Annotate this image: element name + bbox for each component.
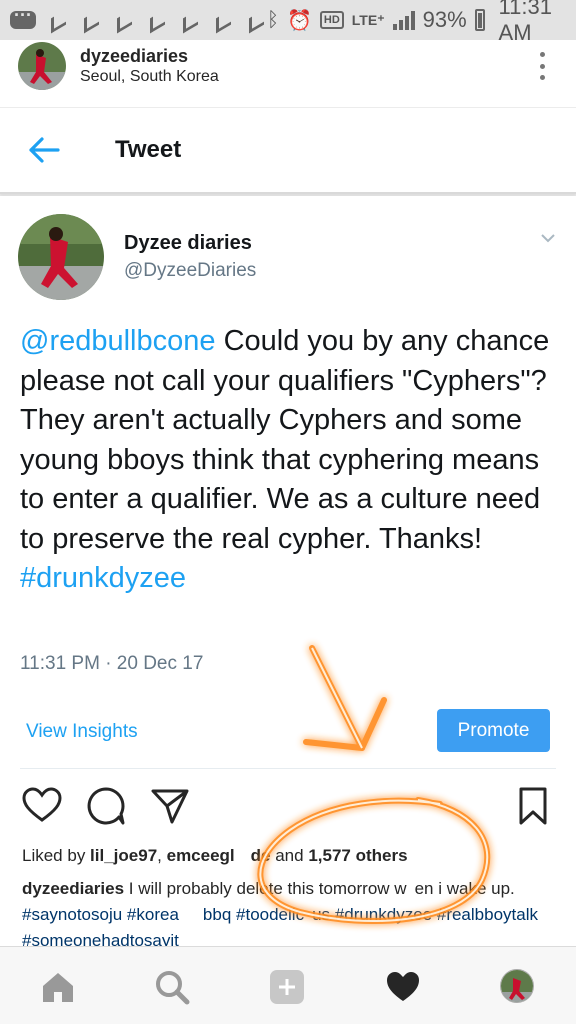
likes-separator: , xyxy=(157,846,167,865)
tweet-screen-title: Tweet xyxy=(115,136,182,163)
tweet-hashtag: #drunkdyzee xyxy=(20,562,187,594)
status-bar: ᛒ ⏰ HD LTE⁺ 93% 11:31 AM xyxy=(0,0,576,45)
bottom-nav xyxy=(0,946,576,1024)
battery-percent: 93% xyxy=(422,7,467,32)
tweet-text: @redbullbcone Could you by any chance pl… xyxy=(20,322,560,599)
tweet-screen-header: Tweet xyxy=(0,108,576,194)
notification-icon xyxy=(82,12,102,28)
notification-icon xyxy=(181,12,201,28)
caption-text: I will probably delete this tomorrow w xyxy=(124,879,407,898)
notification-icon xyxy=(214,12,234,28)
notification-icon xyxy=(115,12,135,28)
view-insights-link: View Insights xyxy=(26,721,138,742)
hashtag-link-end[interactable]: bbq xyxy=(203,905,231,924)
post-username[interactable]: dyzeediaries xyxy=(80,46,188,67)
signal-icon xyxy=(392,10,415,30)
hashtag-link[interactable]: #saynotosoju xyxy=(22,905,122,924)
caption-text: en i wake up. xyxy=(414,879,515,898)
home-icon[interactable] xyxy=(40,969,76,1005)
add-icon[interactable] xyxy=(269,969,305,1005)
hashtag-link[interactable]: #korea xyxy=(127,905,179,924)
liker-link[interactable]: lil_joe97 xyxy=(90,846,157,865)
notification-icon xyxy=(148,12,168,28)
liker-link-end[interactable]: de xyxy=(251,846,271,865)
comment-icon[interactable] xyxy=(86,786,126,826)
others-count[interactable]: 1,577 others xyxy=(308,846,407,865)
post-location[interactable]: Seoul, South Korea xyxy=(80,68,219,86)
hashtag-link[interactable]: #toodelic xyxy=(236,905,304,924)
search-icon[interactable] xyxy=(154,969,190,1005)
liker-link[interactable]: emceegl xyxy=(167,846,235,865)
post-header: dyzeediaries Seoul, South Korea xyxy=(0,40,576,108)
caption-username[interactable]: dyzeediaries xyxy=(22,879,124,898)
tweet-handle: @DyzeeDiaries xyxy=(124,260,257,281)
bluetooth-icon: ᛒ xyxy=(267,8,279,31)
likes-summary: Liked by lil_joe97, emceegl de and 1,577 … xyxy=(22,846,408,866)
notification-icon xyxy=(49,12,69,28)
hashtag-link-end[interactable]: us xyxy=(312,905,330,924)
divider xyxy=(20,768,556,769)
tweet-mention: @redbullbcone xyxy=(20,325,216,357)
likes-and: and xyxy=(270,846,309,865)
tweet-card: Dyzee diaries @DyzeeDiaries @redbullbcon… xyxy=(0,196,576,770)
heart-icon[interactable] xyxy=(385,969,421,1005)
chevron-down-icon xyxy=(541,234,555,243)
profile-avatar[interactable] xyxy=(500,969,534,1003)
alarm-icon: ⏰ xyxy=(287,9,312,32)
heart-icon[interactable] xyxy=(22,786,62,826)
post-caption: dyzeediaries I will probably delete this… xyxy=(22,876,562,954)
tweet-timestamp: 11:31 PM · 20 Dec 17 xyxy=(20,653,204,674)
back-arrow-icon xyxy=(29,137,60,163)
share-icon[interactable] xyxy=(150,786,190,826)
tweet-body: Could you by any chance please not call … xyxy=(20,325,550,555)
hd-icon: HD xyxy=(319,11,344,29)
avatar[interactable] xyxy=(18,42,66,90)
likes-prefix: Liked by xyxy=(22,846,91,865)
battery-icon xyxy=(474,9,485,31)
bookmark-icon[interactable] xyxy=(516,786,550,826)
tweet-display-name: Dyzee diaries xyxy=(124,232,252,254)
more-options-icon[interactable] xyxy=(538,52,546,80)
notification-icon xyxy=(247,12,267,28)
post-actions: Liked by lil_joe97, emceegl de and 1,577 … xyxy=(0,770,576,950)
message-icon xyxy=(10,5,36,29)
lte-icon: LTE⁺ xyxy=(351,11,385,28)
tweet-avatar xyxy=(18,214,104,300)
hashtag-link[interactable]: #realbboytalk xyxy=(437,905,538,924)
promote-button: Promote xyxy=(437,709,550,752)
hashtag-link[interactable]: #drunkdyzee xyxy=(335,905,432,924)
